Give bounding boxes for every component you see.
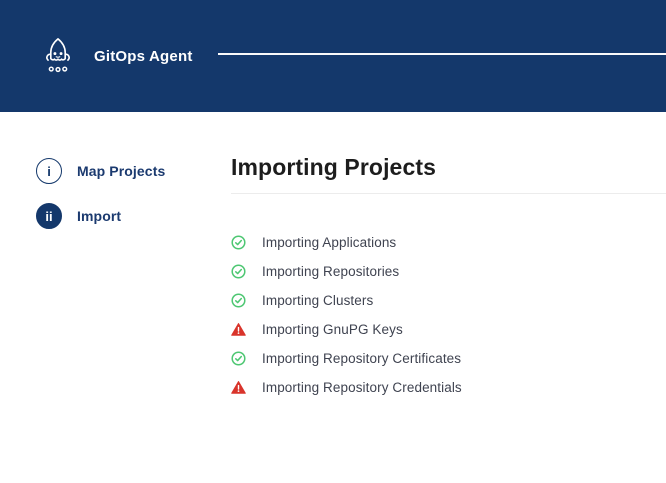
import-status-label: Importing Repositories [262, 264, 399, 279]
check-circle-icon [231, 235, 246, 250]
import-status-label: Importing Clusters [262, 293, 373, 308]
warning-triangle-icon [231, 322, 246, 337]
status-icon-wrap [231, 293, 246, 308]
import-status-row: Importing Repository Credentials [231, 373, 666, 402]
stepper-step[interactable]: i Map Projects [36, 158, 231, 184]
import-status-label: Importing Applications [262, 235, 396, 250]
gitops-import-page: GitOps Agent i Map Projects ii Import Im… [0, 0, 666, 483]
stepper-step[interactable]: ii Import [36, 203, 231, 229]
status-icon-wrap [231, 322, 246, 337]
check-circle-icon [231, 293, 246, 308]
app-title: GitOps Agent [94, 48, 193, 65]
check-circle-icon [231, 264, 246, 279]
import-status-label: Importing Repository Credentials [262, 380, 462, 395]
wizard-stepper: i Map Projects ii Import [0, 112, 231, 483]
step-label: Import [77, 208, 121, 224]
status-icon-wrap [231, 380, 246, 395]
main-panel: Importing Projects [231, 112, 666, 483]
step-numeral-circle: i [36, 158, 62, 184]
status-icon-wrap [231, 235, 246, 250]
import-status-row: Importing Repository Certificates [231, 344, 666, 373]
app-header: GitOps Agent [0, 0, 666, 112]
import-status-label: Importing Repository Certificates [262, 351, 461, 366]
check-circle-icon [231, 351, 246, 366]
import-status-row: Importing GnuPG Keys [231, 315, 666, 344]
import-status-row: Importing Applications [231, 228, 666, 257]
content-area: i Map Projects ii Import Importing Proje… [0, 112, 666, 483]
import-status-list: Importing Applications [231, 228, 666, 402]
import-status-row: Importing Repositories [231, 257, 666, 286]
title-divider [231, 193, 666, 194]
header-rule [218, 53, 666, 55]
step-label: Map Projects [77, 163, 165, 179]
step-numeral-circle: ii [36, 203, 62, 229]
argo-squid-icon [39, 33, 77, 79]
page-title: Importing Projects [231, 154, 666, 181]
status-icon-wrap [231, 351, 246, 366]
warning-triangle-icon [231, 380, 246, 395]
status-icon-wrap [231, 264, 246, 279]
import-status-row: Importing Clusters [231, 286, 666, 315]
import-status-label: Importing GnuPG Keys [262, 322, 403, 337]
